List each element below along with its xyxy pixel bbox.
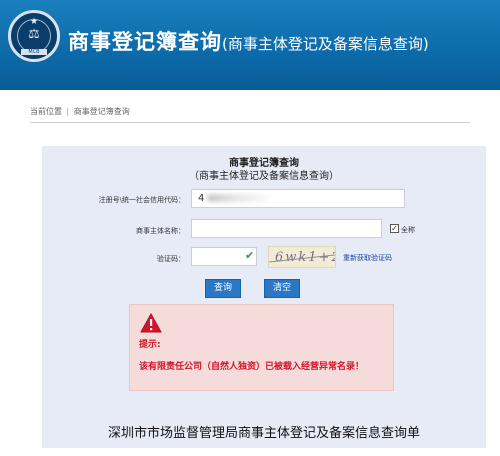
breadcrumb-label: 当前位置 [30,107,62,116]
query-button[interactable]: 查询 [205,279,241,298]
justice-scale-emblem-icon: ★ ⚖ MCB [8,10,60,62]
captcha-label: 验证码： [157,255,185,263]
query-panel: 商事登记簿查询 （商事主体登记及备案信息查询） 注册号\统一社会信用代码： 4 … [42,146,486,448]
form-subtitle: （商事主体登记及备案信息查询） [189,171,339,182]
clear-button[interactable]: 清空 [264,279,300,298]
valid-check-icon: ✔ [245,249,255,262]
site-title-sub: (商事主体登记及备案信息查询) [222,35,429,53]
reg-no-value: 4 [198,193,205,204]
reg-no-label: 注册号\统一社会信用代码： [98,196,185,204]
site-title-main: 商事登记簿查询 [68,29,222,54]
refresh-captcha-link[interactable]: 重新获取验证码 [343,253,392,263]
alert-box: 提示: 该有限责任公司（自然人独资）已被载入经营异常名录！ [129,304,394,391]
alert-tip: 提示: [139,340,161,350]
page: ★ ⚖ MCB 商事登记簿查询(商事主体登记及备案信息查询) 当前位置 | 商事… [0,0,500,456]
footer-title: 深圳市市场监督管理局商事主体登记及备案信息查询单 [107,426,420,441]
full-name-checkbox[interactable]: ✓ [390,224,399,233]
company-name-label: 商事主体名称： [136,227,185,235]
captcha-image: 6wk1+2 [268,246,336,268]
breadcrumb: 当前位置 | 商事登记簿查询 [30,103,470,123]
breadcrumb-separator: | [66,107,70,116]
breadcrumb-current[interactable]: 商事登记簿查询 [74,107,130,116]
redacted-blur [207,194,272,202]
warning-triangle-icon [140,313,162,333]
reg-no-input[interactable]: 4 [191,189,405,208]
emblem-text: MCB [28,49,40,55]
full-name-label: 全称 [401,226,415,234]
company-name-input[interactable] [191,219,382,238]
site-title: 商事登记簿查询(商事主体登记及备案信息查询) [68,26,429,58]
alert-message: 该有限责任公司（自然人独资）已被载入经营异常名录！ [139,362,365,372]
site-header: ★ ⚖ MCB 商事登记簿查询(商事主体登记及备案信息查询) [0,0,500,90]
